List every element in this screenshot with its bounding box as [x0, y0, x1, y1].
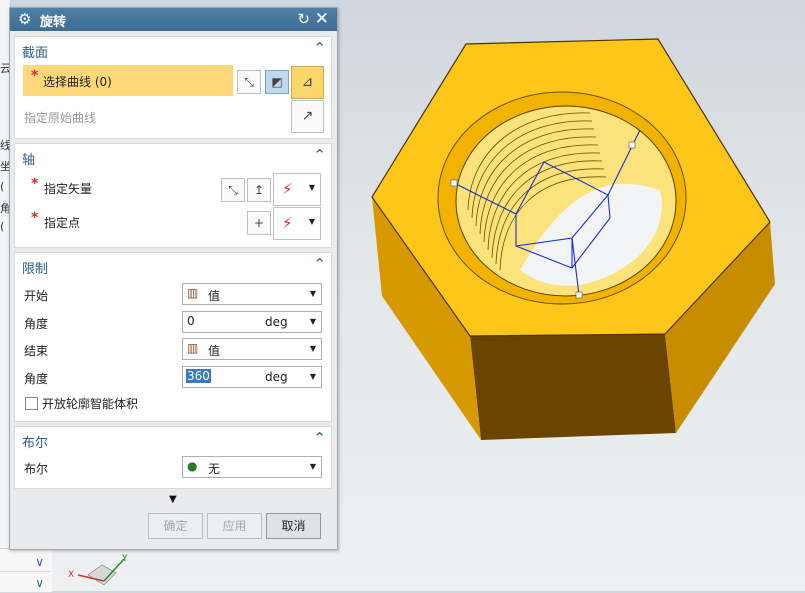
vector-dialog-icon[interactable]: ↥	[247, 178, 271, 202]
chevron-up-icon[interactable]: ⌃	[313, 255, 326, 273]
original-curve-icon[interactable]: ↗	[291, 100, 324, 133]
view-triad: Y X	[68, 554, 128, 586]
boolean-label: 布尔	[24, 462, 49, 476]
required-marker: *	[31, 68, 39, 84]
end-angle-label: 角度	[24, 372, 49, 386]
boolean-none-icon: ●	[187, 459, 198, 473]
open-profile-label: 开放轮廓智能体积	[42, 397, 139, 411]
dialog-title: 旋转	[40, 15, 67, 30]
boolean-select[interactable]: ● 无 ▼	[182, 456, 322, 478]
close-icon[interactable]: ✕	[315, 9, 329, 29]
start-type-select[interactable]: ▥ 值 ▼	[182, 283, 322, 305]
start-angle-input[interactable]: 0 deg ▼	[182, 311, 322, 333]
chevron-up-icon[interactable]: ⌃	[313, 146, 326, 164]
axis-group-header[interactable]: 轴 ⌃	[15, 144, 331, 168]
chevron-up-icon[interactable]: ⌃	[313, 39, 326, 57]
chevron-down-icon: ▼	[309, 462, 316, 471]
dropdown[interactable]: ∨	[0, 574, 50, 593]
boolean-value: 无	[208, 462, 221, 476]
triad-x-label: X	[68, 570, 74, 580]
axis-group-title: 轴	[22, 153, 36, 168]
bottom-left-panel: ∨ ∨	[0, 548, 52, 593]
boolean-group: 布尔 ⌃ 布尔 ● 无 ▼	[14, 426, 332, 489]
end-type-value: 值	[208, 344, 221, 358]
required-marker: *	[31, 210, 39, 226]
start-type-value: 值	[208, 289, 221, 303]
limits-group: 限制 ⌃ 开始 ▥ 值 ▼ 角度 0 deg ▼ 结束 ▥ 值 ▼ 角度 360…	[14, 252, 332, 422]
select-curve-label: 选择曲线 (0)	[43, 75, 112, 89]
end-angle-value: 360	[186, 369, 211, 383]
section-group-header[interactable]: 截面 ⌃	[15, 37, 331, 61]
triad-y-label: Y	[121, 554, 128, 564]
section-group: 截面 ⌃ * 选择曲线 (0) ⤡ ◩ ⊿ 指定原始曲线 ↗	[14, 36, 332, 139]
end-type-select[interactable]: ▥ 值 ▼	[182, 338, 322, 360]
chevron-down-icon: ▼	[309, 344, 316, 353]
end-angle-unit: deg	[265, 370, 288, 384]
chevron-up-icon[interactable]: ⌃	[313, 429, 326, 447]
start-angle-label: 角度	[24, 317, 49, 331]
start-label: 开始	[24, 289, 49, 303]
reset-icon[interactable]: ↻	[297, 10, 310, 28]
value-icon: ▥	[187, 341, 199, 355]
point-icon: ⚡	[282, 214, 293, 232]
apply-button[interactable]: 应用	[207, 513, 262, 539]
dropdown[interactable]: ∨	[0, 553, 50, 572]
more-options-icon[interactable]: ▼	[169, 494, 177, 505]
chevron-down-icon: ▼	[309, 289, 316, 298]
deselect-icon[interactable]: ⤡	[237, 70, 261, 94]
open-profile-checkbox[interactable]	[25, 397, 38, 410]
dialog-titlebar: ⚙ 旋转 ↻ ✕	[10, 8, 337, 31]
specify-vector-label: 指定矢量	[44, 182, 93, 196]
value-icon: ▥	[187, 286, 199, 300]
vector-type-dropdown[interactable]: ⚡ ▼	[273, 173, 321, 206]
gear-icon[interactable]: ⚙	[18, 11, 31, 27]
axis-group: 轴 ⌃ * 指定矢量 ⤡ ↥ ⚡ ▼ * 指定点 + ⚡ ▼	[14, 143, 332, 248]
start-angle-value: 0	[187, 314, 195, 328]
section-group-title: 截面	[22, 46, 49, 61]
specify-original-curve-label: 指定原始曲线	[24, 111, 97, 125]
point-dialog-icon[interactable]: +	[247, 211, 271, 235]
boolean-group-header[interactable]: 布尔 ⌃	[15, 427, 331, 451]
boolean-group-title: 布尔	[22, 436, 49, 451]
start-angle-unit: deg	[265, 315, 288, 329]
nut-side-front	[470, 334, 676, 440]
curve-rule-icon[interactable]: ⊿	[291, 66, 324, 99]
left-fragment: (	[0, 220, 5, 233]
left-fragment: (	[0, 180, 5, 193]
chevron-down-icon: ∨	[35, 555, 44, 569]
required-marker: *	[31, 176, 39, 192]
specify-point-label: 指定点	[44, 216, 81, 230]
limits-group-title: 限制	[22, 262, 49, 277]
chevron-down-icon: ∨	[35, 576, 44, 590]
ok-button[interactable]: 确定	[148, 513, 203, 539]
limits-group-header[interactable]: 限制 ⌃	[15, 253, 331, 277]
cancel-button[interactable]: 取消	[266, 513, 321, 539]
end-angle-input[interactable]: 360 deg ▼	[182, 366, 322, 388]
chevron-down-icon[interactable]: ▼	[310, 372, 316, 381]
chevron-down-icon: ▼	[308, 183, 315, 192]
vector-icon: ⚡	[282, 180, 293, 198]
point-type-dropdown[interactable]: ⚡ ▼	[273, 207, 321, 240]
deselect-icon[interactable]: ⤡	[221, 178, 245, 202]
chevron-down-icon: ▼	[308, 217, 315, 226]
sketch-section-icon[interactable]: ◩	[265, 70, 289, 94]
select-curve-row[interactable]: * 选择曲线 (0)	[23, 65, 233, 96]
revolve-dialog: ⚙ 旋转 ↻ ✕ 截面 ⌃ * 选择曲线 (0) ⤡ ◩ ⊿ 指定原始曲线 ↗ …	[9, 7, 338, 550]
end-label: 结束	[24, 344, 49, 358]
chevron-down-icon[interactable]: ▼	[310, 317, 316, 326]
